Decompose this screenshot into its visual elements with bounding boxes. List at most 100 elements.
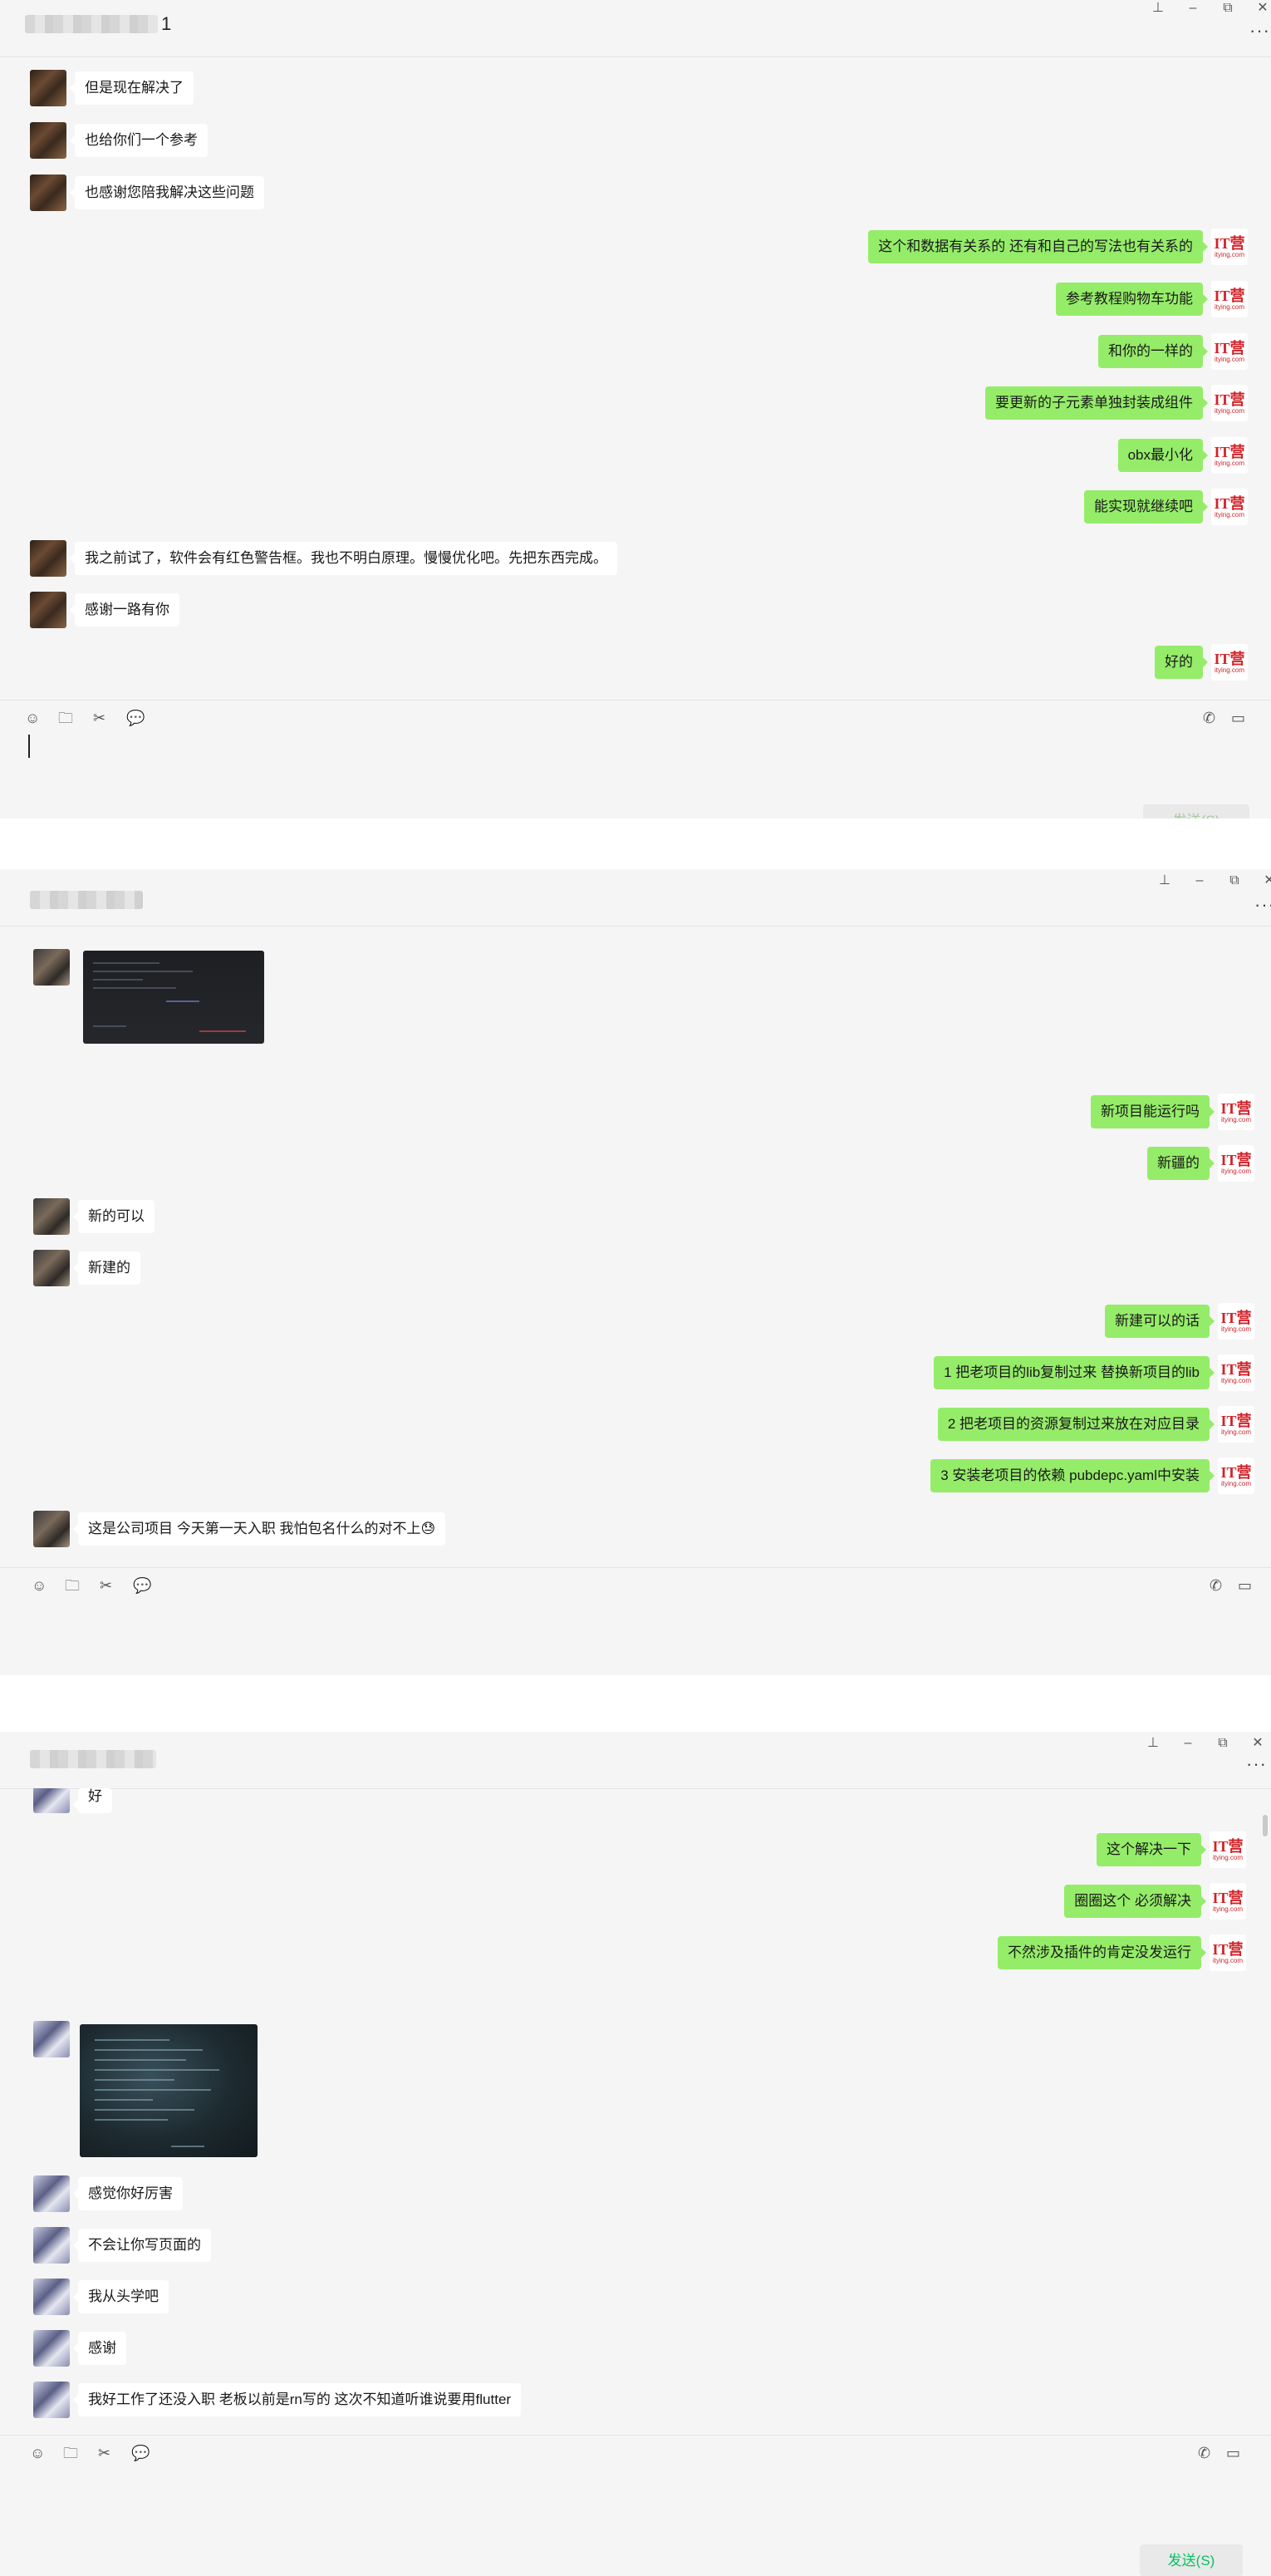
phone-icon[interactable]: ✆: [1203, 710, 1215, 725]
screenshot-image[interactable]: [80, 2024, 258, 2157]
avatar[interactable]: [30, 592, 66, 628]
message-input[interactable]: [0, 735, 1271, 818]
message-bubble[interactable]: 1 把老项目的lib复制过来 替换新项目的lib: [934, 1356, 1215, 1389]
message-bubble[interactable]: 新建可以的话: [1105, 1305, 1215, 1338]
message-bubble[interactable]: 但是现在解决了: [70, 71, 194, 105]
message-bubble[interactable]: 新的可以: [73, 1200, 155, 1233]
close-icon[interactable]: ✕: [1256, 2, 1269, 15]
message-bubble[interactable]: 圈圈这个 必须解决: [1064, 1885, 1206, 1918]
avatar[interactable]: [33, 2330, 70, 2367]
send-button[interactable]: 发送(S): [1143, 804, 1249, 819]
phone-icon[interactable]: ✆: [1198, 2446, 1210, 2460]
avatar[interactable]: IT营 itying.com: [1218, 1094, 1254, 1130]
chat-history-icon[interactable]: 💬: [126, 710, 145, 725]
folder-icon[interactable]: 🗀: [63, 2446, 78, 2460]
message-bubble[interactable]: 也感谢您陪我解决这些问题: [70, 176, 264, 209]
chat-history-icon[interactable]: 💬: [131, 2446, 150, 2460]
avatar[interactable]: IT营 itying.com: [1218, 1354, 1254, 1391]
message-bubble[interactable]: 我之前试了，软件会有红色警告框。我也不明白原理。慢慢优化吧。先把东西完成。: [70, 542, 617, 575]
avatar[interactable]: [33, 1198, 70, 1235]
message-bubble[interactable]: 新项目能运行吗: [1091, 1095, 1215, 1128]
message-bubble[interactable]: 不会让你写页面的: [73, 2229, 211, 2262]
avatar[interactable]: IT营 itying.com: [1218, 1303, 1254, 1340]
scissors-icon[interactable]: ✂: [100, 1578, 112, 1593]
avatar[interactable]: IT营 itying.com: [1211, 489, 1248, 525]
pin-icon[interactable]: ⊥: [1146, 1737, 1160, 1750]
send-button[interactable]: 发送(S): [1140, 2544, 1243, 2576]
avatar[interactable]: [30, 70, 66, 106]
emoji-icon[interactable]: ☺: [30, 2446, 45, 2460]
more-options-icon[interactable]: ···: [1254, 894, 1271, 916]
minimize-icon[interactable]: –: [1186, 2, 1200, 15]
avatar[interactable]: [33, 1788, 70, 1813]
more-options-icon[interactable]: ···: [1249, 20, 1270, 42]
avatar[interactable]: [30, 122, 66, 159]
restore-icon[interactable]: ⧉: [1221, 2, 1234, 15]
avatar[interactable]: IT营 itying.com: [1211, 281, 1248, 317]
message-bubble[interactable]: 也给你们一个参考: [70, 124, 208, 157]
avatar[interactable]: IT营 itying.com: [1211, 333, 1248, 370]
contact-name[interactable]: [30, 889, 143, 911]
phone-icon[interactable]: ✆: [1210, 1578, 1222, 1593]
avatar[interactable]: IT营 itying.com: [1211, 385, 1248, 421]
message-input[interactable]: [0, 2470, 1271, 2536]
message-bubble[interactable]: 新疆的: [1147, 1147, 1215, 1180]
emoji-icon[interactable]: ☺: [32, 1578, 47, 1593]
avatar[interactable]: [30, 175, 66, 211]
message-bubble[interactable]: 2 把老项目的资源复制过来放在对应目录: [937, 1408, 1215, 1441]
contact-name[interactable]: 1: [25, 13, 171, 35]
avatar[interactable]: IT营 itying.com: [1211, 644, 1248, 681]
contact-name[interactable]: [30, 1748, 156, 1770]
video-icon[interactable]: ▭: [1231, 710, 1245, 725]
screenshot-image[interactable]: [83, 951, 264, 1044]
avatar[interactable]: [33, 1250, 70, 1286]
avatar[interactable]: IT营 itying.com: [1218, 1145, 1254, 1182]
avatar[interactable]: [33, 2175, 70, 2212]
close-icon[interactable]: ✕: [1263, 874, 1271, 887]
message-bubble[interactable]: 能实现就继续吧: [1084, 490, 1208, 524]
message-input[interactable]: [0, 1602, 1271, 1675]
pin-icon[interactable]: ⊥: [1158, 874, 1171, 887]
avatar[interactable]: [33, 2382, 70, 2418]
minimize-icon[interactable]: –: [1193, 874, 1206, 887]
more-options-icon[interactable]: ···: [1246, 1753, 1267, 1775]
message-bubble[interactable]: 这是公司项目 今天第一天入职 我怕包名什么的对不上😓: [72, 1512, 446, 1546]
avatar[interactable]: [30, 540, 66, 577]
message-bubble[interactable]: 我好工作了还没入职 老板以前是rn写的 这次不知道听谁说要用flutter: [72, 2383, 522, 2416]
emoji-icon[interactable]: ☺: [25, 710, 40, 725]
message-bubble[interactable]: 感觉你好厉害: [73, 2177, 183, 2210]
chat-history-icon[interactable]: 💬: [133, 1578, 151, 1593]
message-bubble[interactable]: 3 安装老项目的依赖 pubdepc.yaml中安装: [930, 1459, 1215, 1492]
video-icon[interactable]: ▭: [1238, 1578, 1252, 1593]
message-bubble[interactable]: 参考教程购物车功能: [1056, 283, 1208, 316]
message-bubble[interactable]: 感谢: [73, 2332, 126, 2365]
avatar[interactable]: [33, 949, 70, 986]
avatar[interactable]: IT营 itying.com: [1218, 1406, 1254, 1443]
avatar[interactable]: [33, 2021, 70, 2057]
folder-icon[interactable]: 🗀: [65, 1578, 80, 1593]
avatar[interactable]: [33, 2279, 70, 2315]
scissors-icon[interactable]: ✂: [98, 2446, 110, 2460]
message-bubble[interactable]: 感谢一路有你: [70, 593, 179, 627]
avatar[interactable]: [33, 2227, 70, 2264]
pin-icon[interactable]: ⊥: [1151, 2, 1165, 15]
message-bubble[interactable]: 不然涉及插件的肯定没发运行: [998, 1936, 1206, 1969]
scissors-icon[interactable]: ✂: [93, 710, 106, 725]
message-bubble[interactable]: 我从头学吧: [73, 2280, 169, 2313]
avatar[interactable]: [33, 1511, 70, 1547]
avatar[interactable]: IT营 itying.com: [1210, 1831, 1246, 1868]
scrollbar-thumb[interactable]: [1263, 1815, 1268, 1836]
message-bubble[interactable]: obx最小化: [1117, 439, 1209, 472]
message-bubble[interactable]: 和你的一样的: [1098, 335, 1208, 368]
restore-icon[interactable]: ⧉: [1216, 1737, 1229, 1750]
message-bubble[interactable]: 好: [73, 1788, 112, 1813]
avatar[interactable]: IT营 itying.com: [1218, 1458, 1254, 1494]
avatar[interactable]: IT营 itying.com: [1211, 229, 1248, 265]
close-icon[interactable]: ✕: [1251, 1737, 1264, 1750]
message-bubble[interactable]: 这个和数据有关系的 还有和自己的写法也有关系的: [868, 230, 1208, 263]
message-bubble[interactable]: 这个解决一下: [1097, 1833, 1206, 1866]
folder-icon[interactable]: 🗀: [58, 710, 73, 725]
avatar[interactable]: IT营 itying.com: [1210, 1883, 1246, 1920]
video-icon[interactable]: ▭: [1226, 2446, 1240, 2460]
minimize-icon[interactable]: –: [1181, 1737, 1195, 1750]
